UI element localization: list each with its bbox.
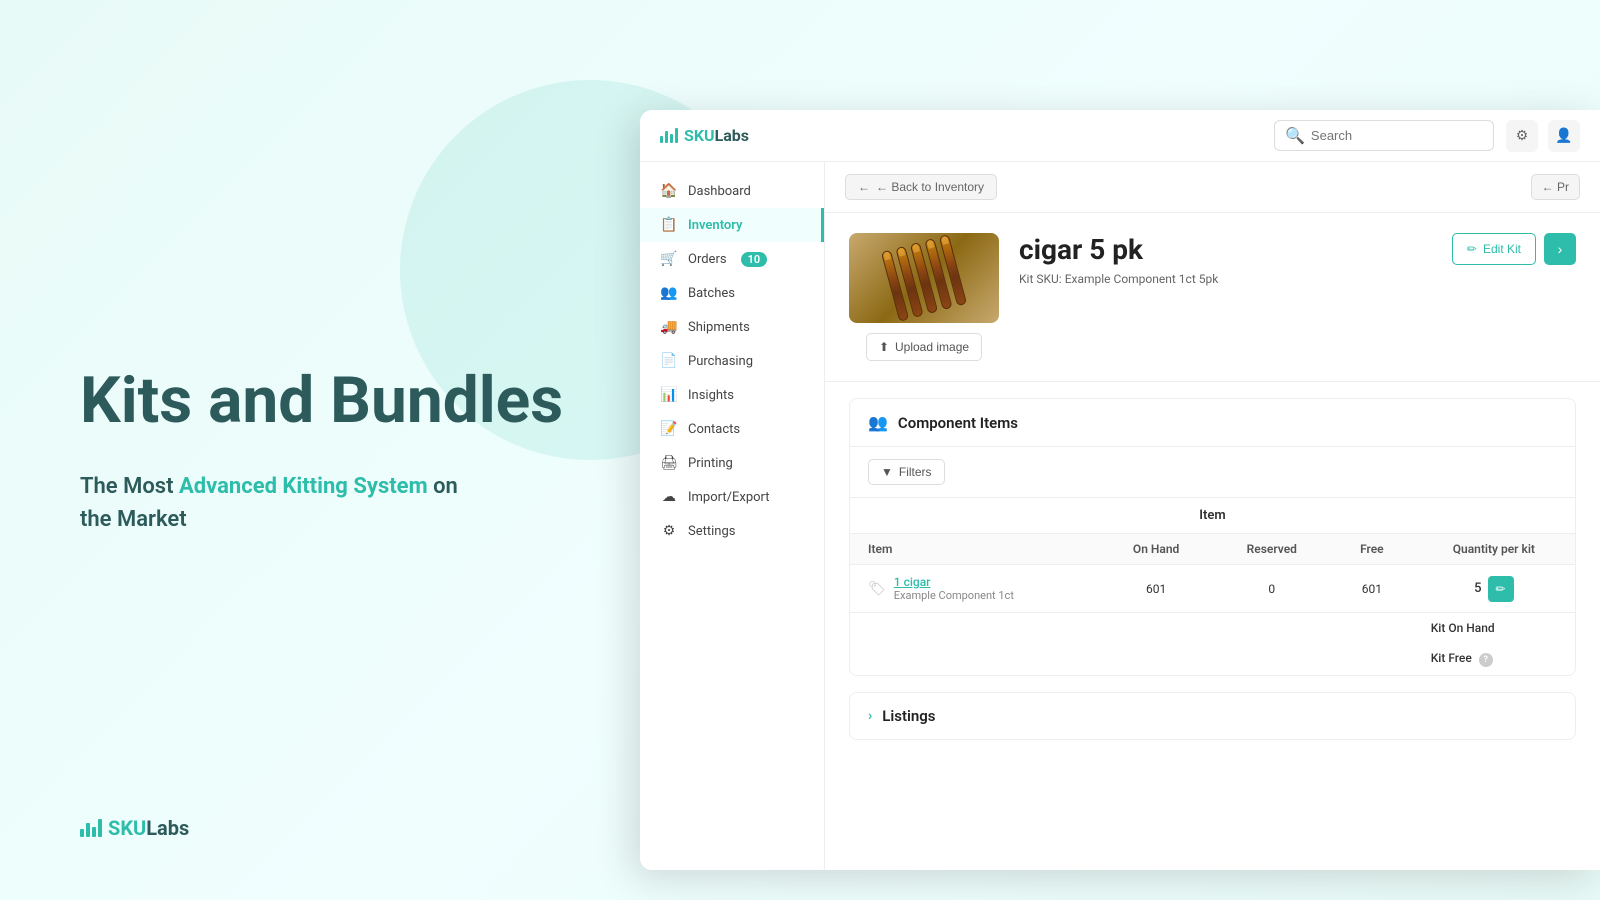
orders-badge: 10 (741, 252, 768, 267)
printing-icon: 🖨 (660, 455, 678, 471)
item-tag-icon: 🏷 (868, 581, 886, 597)
sidebar-item-batches[interactable]: 👥 Batches (640, 276, 824, 310)
sidebar-item-inventory[interactable]: 📋 Inventory (640, 208, 824, 242)
insights-icon: 📊 (660, 387, 678, 403)
item-details: 1 cigar Example Component 1ct (894, 575, 1014, 602)
sidebar-item-purchasing[interactable]: 📄 Purchasing (640, 344, 824, 378)
sidebar-item-shipments[interactable]: 🚚 Shipments (640, 310, 824, 344)
col-qty-per-kit: Quantity per kit (1413, 534, 1575, 565)
app-window: SKULabs 🔍 ⚙ 👤 🏠 Dashboard 📋 Inventory (640, 110, 1600, 870)
kit-actions: ✏ Edit Kit › (1452, 233, 1576, 265)
import-export-icon: ☁ (660, 489, 678, 505)
help-icon: ? (1479, 653, 1493, 667)
table-row: 🏷 1 cigar Example Component 1ct 601 0 60… (850, 565, 1575, 613)
listings-title: Listings (882, 707, 935, 725)
component-items-section: 👥 Component Items ▼ Filters Item (849, 398, 1576, 676)
item-link[interactable]: 1 cigar (894, 575, 931, 589)
listings-header[interactable]: › Listings (850, 693, 1575, 739)
sidebar-item-printing[interactable]: 🖨 Printing (640, 446, 824, 480)
table-header-row: Item (850, 498, 1575, 534)
kit-free-row: Kit Free ? (850, 643, 1575, 675)
component-items-title: Component Items (898, 414, 1018, 432)
col-free: Free (1331, 534, 1413, 565)
shipments-icon: 🚚 (660, 319, 678, 335)
table-subheader-row: Item On Hand Reserved Free Quantity per … (850, 534, 1575, 565)
edit-kit-button[interactable]: ✏ Edit Kit (1452, 233, 1536, 265)
chevron-right-icon: › (1558, 241, 1563, 257)
item-name-cell: 🏷 1 cigar Example Component 1ct (850, 565, 1100, 613)
back-bar: ← ← Back to Inventory ← Pr (825, 162, 1600, 213)
purchasing-icon: 📄 (660, 353, 678, 369)
back-arrow-icon: ← (858, 180, 870, 194)
kit-product-image (849, 233, 999, 323)
filter-icon: ▼ (881, 465, 893, 479)
search-box: 🔍 (1274, 120, 1494, 151)
sidebar-item-contacts[interactable]: 📝 Contacts (640, 412, 824, 446)
logo-bars-icon (660, 128, 678, 143)
back-to-inventory-button[interactable]: ← ← Back to Inventory (845, 174, 997, 200)
topbar-icons: ⚙ 👤 (1506, 120, 1580, 152)
marketing-area: Kits and Bundles The Most Advanced Kitti… (0, 0, 680, 900)
settings-icon[interactable]: ⚙ (1506, 120, 1538, 152)
search-input[interactable] (1311, 128, 1471, 143)
filters-row: ▼ Filters (850, 447, 1575, 498)
kit-on-hand-label: Kit On Hand (1413, 613, 1575, 644)
on-hand-value: 601 (1100, 565, 1213, 613)
settings-nav-icon: ⚙ (660, 523, 678, 539)
marketing-headline: Kits and Bundles (80, 364, 600, 438)
sidebar-item-import-export[interactable]: ☁ Import/Export (640, 480, 824, 514)
prev-button[interactable]: ← Pr (1531, 174, 1580, 200)
sidebar-item-orders[interactable]: 🛒 Orders 10 (640, 242, 824, 276)
sidebar-item-settings[interactable]: ⚙ Settings (640, 514, 824, 548)
inventory-icon: 📋 (660, 217, 678, 233)
marketing-subtitle: The Most Advanced Kitting System on the … (80, 470, 600, 536)
kit-sku: Kit SKU: Example Component 1ct 5pk (1019, 272, 1432, 286)
dashboard-icon: 🏠 (660, 183, 678, 199)
qty-per-kit-value: 5 (1474, 581, 1481, 596)
app-logo: SKULabs (660, 126, 749, 145)
kit-free-label: Kit Free ? (1413, 643, 1575, 675)
free-value: 601 (1331, 565, 1413, 613)
item-column-header: Item (850, 498, 1575, 534)
filters-button[interactable]: ▼ Filters (868, 459, 945, 485)
batches-icon: 👥 (660, 285, 678, 301)
sidebar-item-dashboard[interactable]: 🏠 Dashboard (640, 174, 824, 208)
pencil-icon: ✏ (1496, 582, 1506, 596)
upload-icon: ⬆ (879, 340, 889, 354)
content-area: ← ← Back to Inventory ← Pr (825, 162, 1600, 870)
component-items-table: Item Item On Hand Reserved Free Quantity… (850, 498, 1575, 675)
contacts-icon: 📝 (660, 421, 678, 437)
upload-image-button[interactable]: ⬆ Upload image (866, 333, 982, 361)
app-topbar: SKULabs 🔍 ⚙ 👤 (640, 110, 1600, 162)
kit-image-area: ⬆ Upload image (849, 233, 999, 361)
sidebar-item-insights[interactable]: 📊 Insights (640, 378, 824, 412)
kit-on-hand-row: Kit On Hand (850, 613, 1575, 644)
sidebar: 🏠 Dashboard 📋 Inventory 🛒 Orders 10 👥 Ba… (640, 162, 825, 870)
kit-info: cigar 5 pk Kit SKU: Example Component 1c… (1019, 233, 1432, 286)
qty-per-kit-cell: 5 ✏ (1413, 565, 1575, 613)
user-icon[interactable]: 👤 (1548, 120, 1580, 152)
edit-icon: ✏ (1467, 242, 1477, 256)
qty-edit-button[interactable]: ✏ (1488, 576, 1514, 602)
col-item: Item (850, 534, 1100, 565)
col-reserved: Reserved (1213, 534, 1331, 565)
col-on-hand: On Hand (1100, 534, 1213, 565)
component-items-icon: 👥 (868, 413, 888, 432)
orders-icon: 🛒 (660, 251, 678, 267)
bottom-logo: SKULabs (80, 816, 189, 840)
kit-header: ⬆ Upload image cigar 5 pk Kit SKU: Examp… (825, 213, 1600, 382)
top-right-nav: ← Pr (1531, 174, 1580, 200)
cigar-visual (881, 234, 967, 322)
more-actions-button[interactable]: › (1544, 233, 1576, 265)
item-subtitle: Example Component 1ct (894, 589, 1014, 602)
component-items-header: 👥 Component Items (850, 399, 1575, 447)
listings-section: › Listings (849, 692, 1576, 740)
chevron-right-icon: › (868, 708, 872, 724)
kit-name: cigar 5 pk (1019, 233, 1432, 266)
search-icon: 🔍 (1285, 126, 1305, 145)
reserved-value: 0 (1213, 565, 1331, 613)
logo-bars-icon (80, 819, 102, 837)
app-body: 🏠 Dashboard 📋 Inventory 🛒 Orders 10 👥 Ba… (640, 162, 1600, 870)
